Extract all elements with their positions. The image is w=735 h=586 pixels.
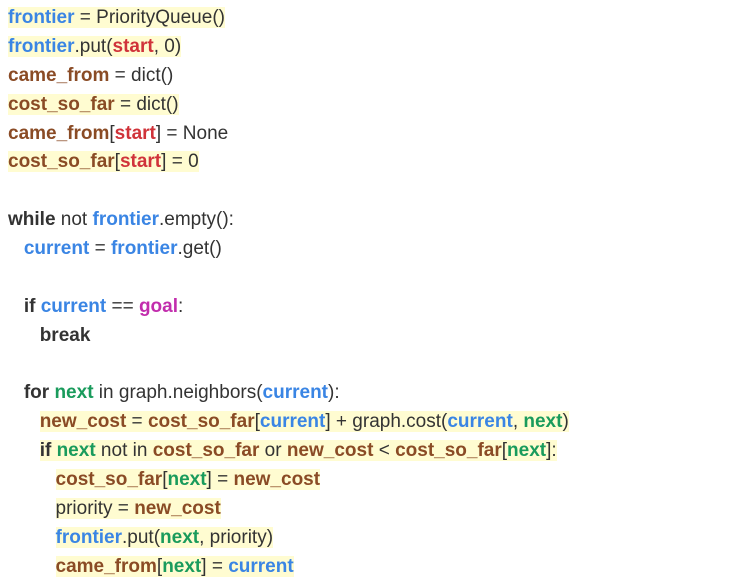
code-block: frontier = PriorityQueue() frontier.put(… (8, 4, 727, 582)
